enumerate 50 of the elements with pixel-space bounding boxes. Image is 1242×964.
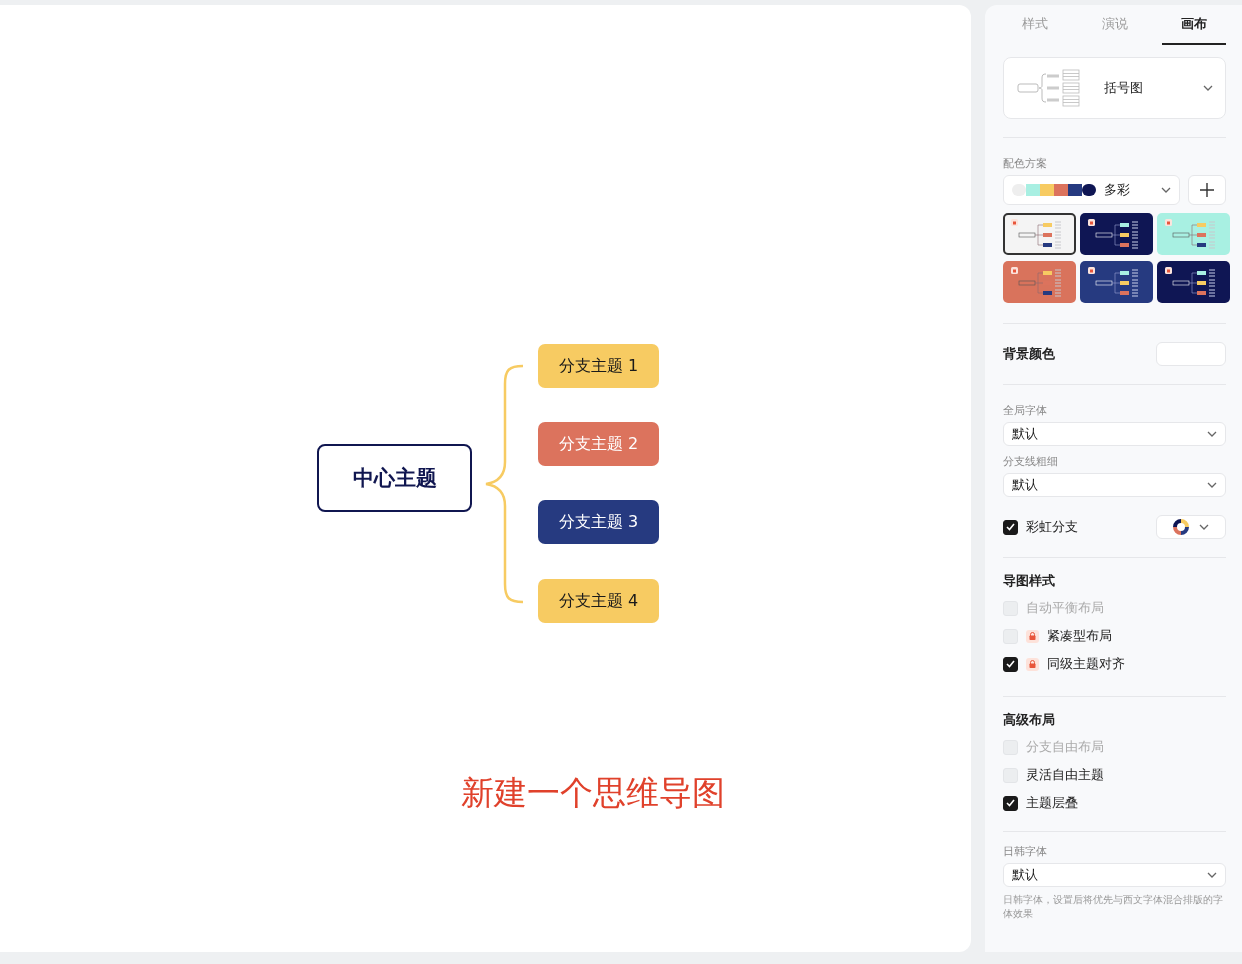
theme-thumbnail[interactable] bbox=[1157, 213, 1230, 255]
chevron-down-icon bbox=[1161, 187, 1171, 193]
background-color-swatch[interactable] bbox=[1156, 342, 1226, 366]
bracket-map-icon bbox=[1016, 68, 1082, 108]
field-label: 日韩字体 bbox=[1003, 844, 1048, 859]
option-label: 彩虹分支 bbox=[1026, 518, 1078, 536]
checkbox[interactable] bbox=[1003, 656, 1018, 672]
structure-select[interactable]: 括号图 bbox=[1003, 57, 1226, 119]
checkbox[interactable] bbox=[1003, 795, 1018, 811]
color-scheme-select[interactable]: 多彩 bbox=[1003, 175, 1180, 205]
font-select[interactable]: 默认 bbox=[1003, 422, 1226, 446]
chevron-down-icon bbox=[1207, 872, 1217, 878]
center-topic[interactable]: 中心主题 bbox=[317, 444, 472, 512]
check-icon bbox=[1006, 799, 1015, 807]
branch-topic[interactable]: 分支主题 4 bbox=[538, 579, 659, 623]
theme-thumbnail[interactable] bbox=[1003, 261, 1076, 303]
branch-topic[interactable]: 分支主题 3 bbox=[538, 500, 659, 544]
chevron-down-icon bbox=[1203, 85, 1213, 91]
section-title: 导图样式 bbox=[1003, 572, 1056, 590]
rainbow-picker[interactable] bbox=[1156, 515, 1226, 539]
color-ring-icon bbox=[1173, 519, 1189, 535]
line-width-select[interactable]: 默认 bbox=[1003, 473, 1226, 497]
option-label: 主题层叠 bbox=[1026, 794, 1078, 812]
check-icon bbox=[1006, 523, 1015, 531]
theme-thumbnail[interactable] bbox=[1157, 261, 1230, 303]
chevron-down-icon bbox=[1207, 482, 1217, 488]
hint-text: 日韩字体，设置后将优先与西文字体混合排版的字体效果 bbox=[1003, 893, 1224, 921]
check-icon bbox=[1006, 660, 1015, 668]
section-title: 高级布局 bbox=[1003, 711, 1056, 729]
theme-thumbnail[interactable] bbox=[1080, 261, 1153, 303]
field-label: 分支线粗细 bbox=[1003, 454, 1059, 469]
panel-tab[interactable]: 画布 bbox=[1162, 5, 1226, 45]
option-label: 自动平衡布局 bbox=[1026, 599, 1104, 617]
theme-thumbnail[interactable] bbox=[1003, 213, 1076, 255]
section-label: 配色方案 bbox=[1003, 156, 1048, 171]
chevron-down-icon bbox=[1207, 431, 1217, 437]
branch-topic[interactable]: 分支主题 1 bbox=[538, 344, 659, 388]
plus-icon bbox=[1200, 183, 1214, 197]
chevron-down-icon bbox=[1199, 524, 1209, 530]
field-label: 全局字体 bbox=[1003, 403, 1048, 418]
checkbox[interactable] bbox=[1003, 519, 1018, 535]
option-label: 分支自由布局 bbox=[1026, 738, 1104, 756]
option-label: 灵活自由主题 bbox=[1026, 766, 1104, 784]
option-label: 同级主题对齐 bbox=[1047, 655, 1125, 673]
theme-thumbnail[interactable] bbox=[1080, 213, 1153, 255]
add-button[interactable] bbox=[1188, 175, 1226, 205]
background-color-label: 背景颜色 bbox=[1003, 345, 1055, 363]
option-label: 紧凑型布局 bbox=[1047, 627, 1112, 645]
font-select[interactable]: 默认 bbox=[1003, 863, 1226, 887]
caption-text: 新建一个思维导图 bbox=[461, 772, 725, 814]
